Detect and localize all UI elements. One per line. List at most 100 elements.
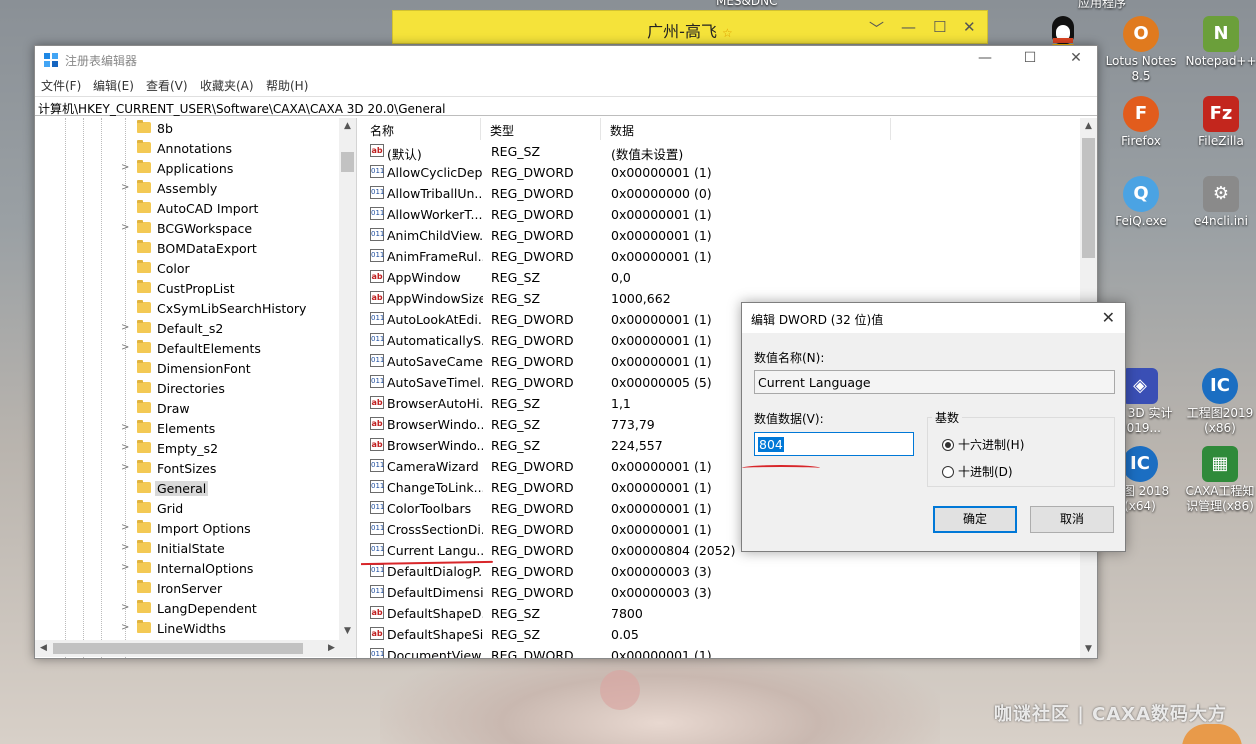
value-data-input[interactable]: 804: [754, 432, 914, 456]
desktop-icon-lotus-notes[interactable]: O Lotus Notes 8.5: [1101, 16, 1181, 84]
folder-icon: [137, 300, 151, 313]
tree-item-elements[interactable]: > Elements: [35, 418, 339, 438]
value-row[interactable]: ab DefaultShapeD... REG_SZ 7800: [361, 602, 1081, 623]
binary-value-icon: 011: [370, 333, 384, 346]
tree-item-annotations[interactable]: Annotations: [35, 138, 339, 158]
scroll-down-icon[interactable]: ▼: [339, 623, 356, 640]
value-name-field[interactable]: Current Language: [754, 370, 1115, 394]
chevron-right-icon[interactable]: >: [121, 162, 129, 173]
column-header-name[interactable]: 名称: [361, 118, 481, 140]
tree-item-linewidths[interactable]: > LineWidths: [35, 618, 339, 638]
tree-hscroll-thumb[interactable]: [53, 643, 303, 654]
value-row[interactable]: 011 AllowTriballUn... REG_DWORD 0x00000000 …: [361, 182, 1081, 203]
chevron-right-icon[interactable]: >: [121, 342, 129, 353]
folder-icon: [137, 500, 151, 513]
scroll-up-icon[interactable]: ▲: [339, 118, 356, 135]
chevron-right-icon[interactable]: >: [121, 222, 129, 233]
desktop-icon-filezilla[interactable]: Fz FileZilla: [1181, 96, 1256, 149]
tree-item-color[interactable]: Color: [35, 258, 339, 278]
maximize-button[interactable]: ☐: [1015, 50, 1045, 70]
chevron-right-icon[interactable]: >: [121, 602, 129, 613]
feiq-icon: Q: [1123, 176, 1159, 212]
menu-file[interactable]: 文件(F): [41, 77, 81, 94]
address-bar[interactable]: 计算机\HKEY_CURRENT_USER\Software\CAXA\CAXA…: [35, 96, 1097, 116]
ok-button[interactable]: 确定: [933, 506, 1017, 533]
tree-item-empty-s2[interactable]: > Empty_s2: [35, 438, 339, 458]
close-icon[interactable]: ✕: [963, 18, 976, 36]
value-row[interactable]: abDefaultShapeSi...REG_SZ0.05: [361, 623, 1081, 644]
tree-item-fontsizes[interactable]: > FontSizes: [35, 458, 339, 478]
value-row[interactable]: 011 AnimFrameRul... REG_DWORD 0x00000001 (1…: [361, 245, 1081, 266]
tree-item-defaultelements[interactable]: > DefaultElements: [35, 338, 339, 358]
tree-item-general[interactable]: General: [35, 478, 339, 498]
value-row[interactable]: 011 DocumentView... REG_DWORD 0x00000001 (1…: [361, 644, 1081, 658]
chevron-right-icon[interactable]: >: [121, 562, 129, 573]
tree-item-import-options[interactable]: > Import Options: [35, 518, 339, 538]
chat-window-titlebar[interactable]: 广州-高飞 ☆ ﹀ — ☐ ✕: [392, 10, 988, 44]
chevron-right-icon[interactable]: >: [121, 542, 129, 553]
tree-item-cxsymlibsearchhistory[interactable]: CxSymLibSearchHistory: [35, 298, 339, 318]
tree-item-dimensionfont[interactable]: DimensionFont: [35, 358, 339, 378]
scroll-up-icon[interactable]: ▲: [1080, 118, 1097, 135]
tree-item-applications[interactable]: > Applications: [35, 158, 339, 178]
chevron-right-icon[interactable]: >: [121, 462, 129, 473]
menu-favorites[interactable]: 收藏夹(A): [200, 77, 254, 94]
chat-title: 广州-高飞: [647, 22, 717, 41]
tree-vertical-scrollbar[interactable]: ▲ ▼: [339, 118, 356, 640]
window-titlebar[interactable]: 注册表编辑器 — ☐ ✕: [35, 46, 1097, 74]
tree-horizontal-scrollbar[interactable]: ◀ ▶: [35, 640, 356, 657]
column-header-type[interactable]: 类型: [481, 118, 601, 140]
desktop-icon-feiq[interactable]: Q FeiQ.exe: [1101, 176, 1181, 229]
desktop-icon-notepad-plus[interactable]: N Notepad++: [1181, 16, 1256, 69]
tree-item-initialstate[interactable]: > InitialState: [35, 538, 339, 558]
chevron-right-icon[interactable]: >: [121, 442, 129, 453]
value-row[interactable]: ab AppWindow REG_SZ 0,0: [361, 266, 1081, 287]
close-icon[interactable]: ✕: [1102, 308, 1115, 327]
scroll-right-icon[interactable]: ▶: [323, 640, 340, 657]
tree-item-bomdataexport[interactable]: BOMDataExport: [35, 238, 339, 258]
tree-item-draw[interactable]: Draw: [35, 398, 339, 418]
desktop-icon-firefox[interactable]: F Firefox: [1101, 96, 1181, 149]
tree-item-default-s2[interactable]: > Default_s2: [35, 318, 339, 338]
tree-item-ironserver[interactable]: IronServer: [35, 578, 339, 598]
desktop-icon-e4ncli[interactable]: ⚙ e4ncli.ini: [1181, 176, 1256, 229]
menu-view[interactable]: 查看(V): [146, 77, 188, 94]
chevron-right-icon[interactable]: >: [121, 622, 129, 633]
tree-item-assembly[interactable]: > Assembly: [35, 178, 339, 198]
desktop-icon-caxa-knowledge[interactable]: ▦ CAXA工程知识管理(x86): [1180, 446, 1256, 514]
value-row[interactable]: 011AllowCyclicDep...REG_DWORD0x00000001 …: [361, 161, 1081, 182]
radio-decimal[interactable]: 十进制(D): [942, 463, 1013, 480]
chevron-right-icon[interactable]: >: [121, 182, 129, 193]
chevron-right-icon[interactable]: >: [121, 322, 129, 333]
maximize-icon[interactable]: ☐: [933, 18, 946, 36]
cancel-button[interactable]: 取消: [1030, 506, 1114, 533]
chevron-right-icon[interactable]: >: [121, 422, 129, 433]
scroll-left-icon[interactable]: ◀: [35, 640, 52, 657]
tree-item-langdependent[interactable]: > LangDependent: [35, 598, 339, 618]
list-scroll-thumb[interactable]: [1082, 138, 1095, 258]
menu-edit[interactable]: 编辑(E): [93, 77, 134, 94]
dialog-titlebar[interactable]: 编辑 DWORD (32 位)值 ✕: [742, 303, 1125, 333]
value-row[interactable]: 011 AllowWorkerT... REG_DWORD 0x00000001 (1…: [361, 203, 1081, 224]
value-row[interactable]: ab (默认) REG_SZ (数值未设置): [361, 140, 1081, 162]
radio-hex[interactable]: 十六进制(H): [942, 436, 1024, 453]
tree-item-grid[interactable]: Grid: [35, 498, 339, 518]
tree-item-autocad-import[interactable]: AutoCAD Import: [35, 198, 339, 218]
tree-item-8b[interactable]: 8b: [35, 118, 339, 138]
tree-item-bcgworkspace[interactable]: > BCGWorkspace: [35, 218, 339, 238]
chevron-down-icon[interactable]: ﹀: [869, 18, 884, 39]
tree-item-custproplist[interactable]: CustPropList: [35, 278, 339, 298]
minimize-icon[interactable]: —: [901, 18, 916, 36]
minimize-button[interactable]: —: [970, 50, 1000, 70]
column-header-data[interactable]: 数据: [601, 118, 891, 140]
scroll-down-icon[interactable]: ▼: [1080, 641, 1097, 658]
desktop-icon-caxa-drawing-2019[interactable]: IC 工程图2019 (x86): [1180, 368, 1256, 436]
tree-item-internaloptions[interactable]: > InternalOptions: [35, 558, 339, 578]
tree-scroll-thumb[interactable]: [341, 152, 354, 172]
value-row[interactable]: 011 AnimChildView... REG_DWORD 0x00000001 (…: [361, 224, 1081, 245]
close-button[interactable]: ✕: [1061, 50, 1091, 70]
menu-help[interactable]: 帮助(H): [266, 77, 308, 94]
value-row[interactable]: 011DefaultDimensi...REG_DWORD0x00000003 …: [361, 581, 1081, 602]
tree-item-directories[interactable]: Directories: [35, 378, 339, 398]
chevron-right-icon[interactable]: >: [121, 522, 129, 533]
